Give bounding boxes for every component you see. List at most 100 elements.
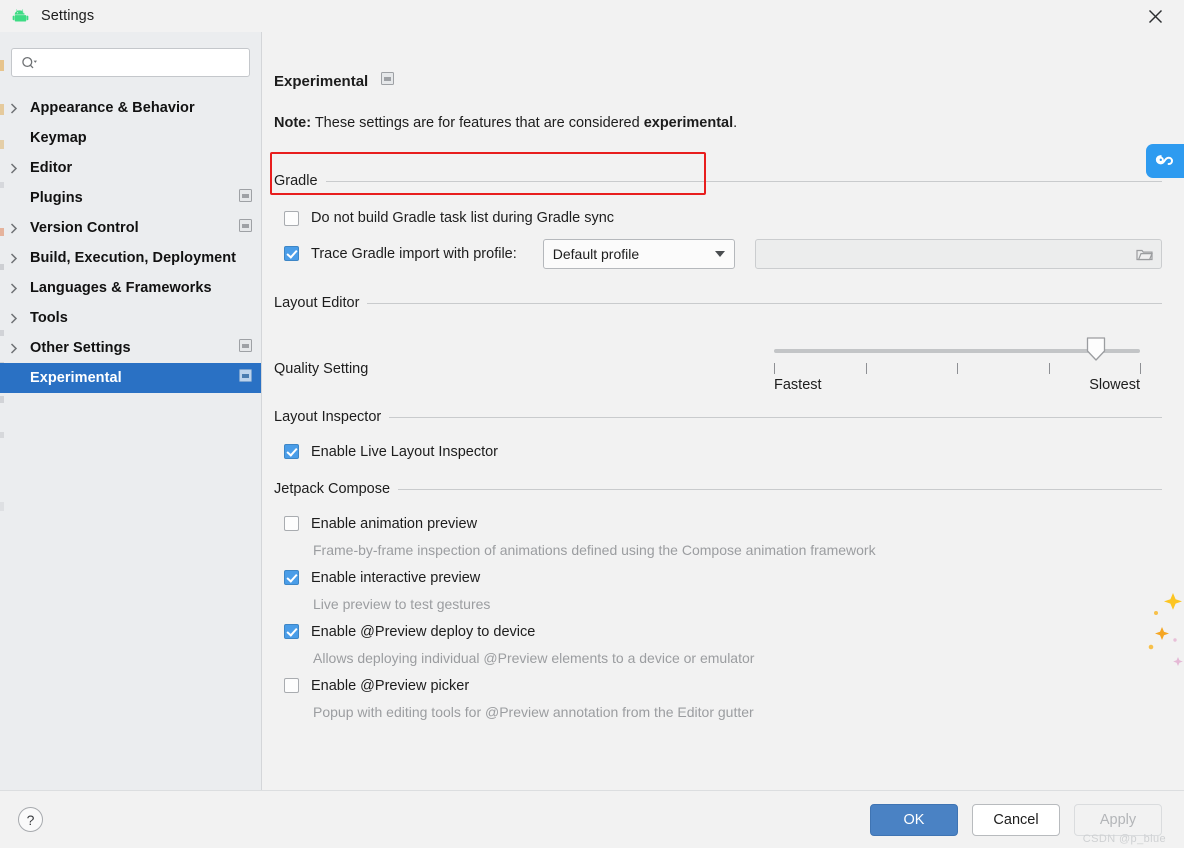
checkbox-trace-gradle-import[interactable] (284, 246, 299, 261)
sidebar-item-appearance-behavior[interactable]: Appearance & Behavior (0, 93, 261, 123)
note-text: These settings are for features that are… (311, 115, 644, 131)
settings-tree: Appearance & Behavior Keymap Editor Plug… (0, 93, 261, 393)
sidebar-item-editor[interactable]: Editor (0, 153, 261, 183)
group-layout-editor: Layout Editor (274, 295, 1162, 311)
quality-setting-label: Quality Setting (274, 361, 369, 377)
sidebar-item-label: Tools (30, 310, 68, 326)
group-rule (398, 488, 1162, 490)
sidebar-item-keymap[interactable]: Keymap (0, 123, 261, 153)
row-enable-animation-preview[interactable]: Enable animation preview (274, 510, 1162, 537)
ok-button[interactable]: OK (870, 803, 958, 836)
sidebar-item-other-settings[interactable]: Other Settings (0, 333, 261, 363)
sidebar-item-plugins[interactable]: Plugins (0, 183, 261, 213)
group-jetpack-compose: Jetpack Compose (274, 481, 1162, 497)
sidebar-item-label: Other Settings (30, 340, 131, 356)
group-label: Gradle (274, 173, 318, 189)
sidebar-item-label: Appearance & Behavior (30, 100, 195, 116)
folder-icon[interactable] (1132, 247, 1153, 261)
dialog-body: Appearance & Behavior Keymap Editor Plug… (0, 32, 1184, 790)
group-label: Jetpack Compose (274, 481, 391, 497)
group-rule (325, 180, 1162, 182)
group-gradle: Gradle (274, 173, 1162, 189)
trace-path-field[interactable] (754, 238, 1162, 269)
row-enable-preview-picker[interactable]: Enable @Preview picker (274, 672, 1162, 699)
profile-select[interactable]: Default profile (542, 238, 735, 269)
close-icon[interactable] (1126, 0, 1184, 32)
search-icon (20, 56, 38, 70)
slider-track[interactable] (774, 349, 1140, 353)
group-rule (389, 416, 1162, 418)
search-input[interactable] (43, 49, 241, 76)
checkbox-do-not-build-gradle-task-list[interactable] (284, 210, 299, 226)
checkbox-label: Trace Gradle import with profile: (311, 245, 517, 262)
help-button[interactable]: ? (18, 807, 43, 832)
slider-min-label: Fastest (774, 377, 822, 393)
checkbox-label: Enable @Preview picker (311, 677, 470, 694)
settings-content: Experimental Note: These settings are fo… (262, 32, 1184, 790)
checkbox-enable-live-layout-inspector[interactable] (284, 444, 299, 459)
quality-slider[interactable]: Fastest Slowest (774, 337, 1141, 401)
content-inner: Experimental Note: These settings are fo… (262, 72, 1184, 726)
checkbox-label: Enable @Preview deploy to device (311, 623, 536, 640)
group-layout-inspector: Layout Inspector (274, 409, 1162, 425)
checkbox-enable-preview-deploy-to-device[interactable] (284, 624, 299, 639)
page-title: Experimental (274, 72, 369, 90)
panel-icon (239, 219, 252, 237)
profile-select-value: Default profile (552, 245, 640, 262)
panel-icon (239, 339, 252, 357)
slider-ticks (774, 363, 1141, 374)
slider-max-label: Slowest (1089, 377, 1140, 393)
checkbox-label: Enable Live Layout Inspector (311, 443, 499, 460)
row-enable-interactive-preview[interactable]: Enable interactive preview (274, 564, 1162, 591)
settings-sidebar: Appearance & Behavior Keymap Editor Plug… (0, 32, 262, 790)
group-rule (367, 302, 1162, 304)
sidebar-item-build-execution-deployment[interactable]: Build, Execution, Deployment (0, 243, 261, 273)
sidebar-item-experimental[interactable]: Experimental (0, 363, 261, 393)
panel-icon (239, 369, 252, 387)
sidebar-item-languages-frameworks[interactable]: Languages & Frameworks (0, 273, 261, 303)
sidebar-item-label: Editor (30, 160, 73, 176)
settings-dialog: Settings Appearance & Behavior Keymap Ed… (0, 0, 1184, 848)
panel-icon (381, 72, 395, 90)
sidebar-item-label: Plugins (30, 190, 83, 206)
checkbox-enable-preview-picker[interactable] (284, 678, 299, 693)
row-do-not-build-gradle-task-list[interactable]: Do not build Gradle task list during Gra… (274, 202, 1162, 234)
chevron-right-icon[interactable] (10, 102, 30, 114)
sidebar-item-label: Keymap (30, 130, 87, 146)
checkbox-label: Do not build Gradle task list during Gra… (311, 210, 615, 226)
row-quality-setting: Quality Setting Fastest Slowest (274, 333, 1162, 401)
checkbox-enable-interactive-preview[interactable] (284, 570, 299, 585)
chevron-right-icon[interactable] (10, 342, 30, 354)
sidebar-item-version-control[interactable]: Version Control (0, 213, 261, 243)
checkbox-enable-animation-preview[interactable] (284, 516, 299, 531)
note-suffix: . (733, 115, 738, 131)
window-title: Settings (41, 8, 95, 24)
watermark: CSDN @p_blue (1082, 833, 1166, 845)
chevron-right-icon[interactable] (10, 162, 30, 174)
page-header: Experimental (274, 72, 1162, 90)
search-box[interactable] (11, 48, 250, 77)
loop-badge-icon[interactable] (1146, 144, 1184, 178)
sidebar-item-tools[interactable]: Tools (0, 303, 261, 333)
row-trace-gradle-import: Trace Gradle import with profile: Defaul… (274, 238, 1162, 269)
trace-path-input[interactable] (763, 244, 1132, 263)
experimental-note: Note: These settings are for features th… (274, 115, 1162, 131)
cancel-button[interactable]: Cancel (972, 803, 1060, 836)
android-robot-icon (11, 7, 30, 26)
chevron-right-icon[interactable] (10, 252, 30, 264)
row-enable-live-layout-inspector[interactable]: Enable Live Layout Inspector (274, 438, 1162, 465)
sidebar-item-label: Version Control (30, 220, 139, 236)
description-enable-interactive-preview: Live preview to test gestures (313, 596, 491, 612)
chevron-right-icon[interactable] (10, 312, 30, 324)
chevron-down-icon (714, 250, 725, 257)
chevron-right-icon[interactable] (10, 282, 30, 294)
slider-thumb[interactable] (1086, 337, 1106, 362)
footer-actions: OK Cancel Apply (870, 803, 1162, 836)
apply-button: Apply (1074, 803, 1162, 836)
chevron-right-icon[interactable] (10, 222, 30, 234)
row-enable-preview-deploy-to-device[interactable]: Enable @Preview deploy to device (274, 618, 1162, 645)
checkbox-label: Enable animation preview (311, 515, 478, 532)
sidebar-search (0, 48, 261, 77)
description-enable-animation-preview: Frame-by-frame inspection of animations … (313, 542, 876, 558)
group-label: Layout Inspector (274, 409, 382, 425)
